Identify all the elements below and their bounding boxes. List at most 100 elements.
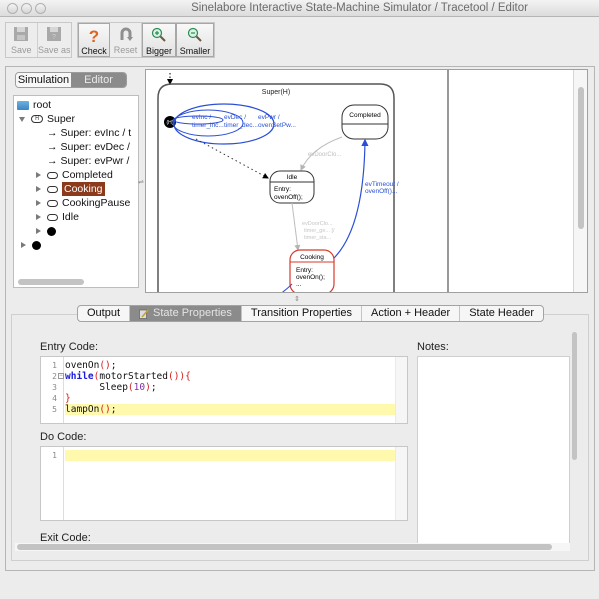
transition-label: timer_ge... [/ — [304, 228, 335, 234]
tree-item-cooking[interactable]: Cooking — [36, 182, 105, 196]
floppy-icon — [12, 25, 30, 43]
transition-label: timer_sta... — [304, 235, 332, 241]
tree-item-transition[interactable]: → Super: evDec / — [47, 140, 130, 154]
tab-editor[interactable]: Editor — [71, 73, 126, 87]
title-bar: Sinelabore Interactive State-Machine Sim… — [0, 0, 599, 17]
folder-icon — [17, 100, 29, 110]
do-editor-scrollbar[interactable] — [395, 447, 407, 520]
floppy-as-icon: ? — [45, 25, 63, 43]
line-number: 4 — [52, 394, 57, 403]
arrow-right-icon: → — [47, 127, 58, 139]
state-idle-body: Entry: — [274, 186, 291, 193]
transition-label: ovenSetPw... — [258, 122, 296, 129]
save-button[interactable]: Save — [6, 23, 38, 57]
code-line-current — [65, 450, 395, 461]
transition-label: evDec / — [224, 114, 246, 121]
arrow-right-icon: → — [47, 141, 58, 153]
history-to-idle-transition[interactable] — [195, 138, 269, 179]
mode-switch: Simulation Editor — [15, 72, 127, 88]
transition-label: timer_dec... — [224, 122, 258, 129]
tree-item-idle[interactable]: Idle — [36, 210, 79, 224]
tree-item-initial-root[interactable] — [21, 238, 41, 252]
transition-label: ovenOff()... — [365, 188, 398, 195]
transition-label: evDoorClo... — [308, 152, 342, 158]
splitter-handle-icon[interactable]: ⇌ — [138, 178, 144, 186]
state-idle-label: Idle — [287, 174, 298, 181]
expand-arrow-icon[interactable] — [36, 186, 41, 192]
properties-vertical-scrollbar[interactable] — [570, 330, 580, 550]
tab-action-header[interactable]: Action + Header — [362, 306, 461, 321]
question-icon: ? — [85, 26, 103, 44]
state-cooking-body: ... — [296, 281, 302, 288]
expand-arrow-icon[interactable] — [36, 172, 41, 178]
svg-text:?: ? — [52, 34, 56, 41]
check-button[interactable]: ? Check — [78, 23, 110, 57]
initial-state-icon — [47, 226, 56, 236]
do-code-editor[interactable]: 1 — [40, 446, 408, 521]
edit-button-group: ? Check Reset Bigger Smaller — [77, 22, 215, 58]
entry-code-label: Entry Code: — [40, 341, 99, 353]
expand-arrow-icon[interactable] — [21, 242, 26, 248]
left-panel: Simulation Editor root H Super → Super: … — [9, 69, 139, 291]
state-cooking-label: Cooking — [300, 254, 324, 261]
code-line: Sleep(10); — [65, 382, 157, 393]
code-line: while(motorStarted()){ — [65, 371, 191, 382]
state-diagram[interactable]: Super(H) (H) evInc / timer_inc... evDec … — [146, 70, 588, 293]
toolbar: Save ? Save as ? Check Reset Bigger Smal… — [0, 18, 599, 62]
super-state-label: Super(H) — [262, 89, 290, 96]
line-number: 3 — [52, 383, 57, 392]
initial-state-icon — [32, 240, 41, 250]
window-title: Sinelabore Interactive State-Machine Sim… — [191, 2, 528, 14]
file-button-group: Save ? Save as — [5, 22, 72, 58]
smaller-button[interactable]: Smaller — [176, 23, 214, 57]
state-completed-label: Completed — [349, 112, 381, 119]
state-icon — [47, 213, 58, 221]
line-number: 1 — [52, 451, 57, 460]
state-completed[interactable] — [341, 104, 389, 140]
fold-toggle-icon[interactable]: − — [58, 373, 64, 379]
transition-evtimeout[interactable] — [331, 138, 369, 261]
tab-simulation[interactable]: Simulation — [16, 73, 71, 87]
tree-item-transition[interactable]: → Super: evInc / t — [47, 126, 131, 140]
tree-horizontal-scrollbar[interactable] — [18, 279, 84, 285]
transition-label: evTimeout / — [365, 181, 399, 188]
notes-textarea[interactable] — [417, 356, 570, 550]
reset-icon — [117, 25, 135, 43]
tree-item-super[interactable]: H Super — [19, 112, 75, 126]
line-number: 5 — [52, 405, 57, 414]
line-number: 1 — [52, 361, 57, 370]
reset-button[interactable]: Reset — [110, 23, 142, 57]
expand-arrow-icon[interactable] — [36, 200, 41, 206]
arrow-right-icon: → — [47, 155, 58, 167]
bigger-button[interactable]: Bigger — [142, 23, 176, 57]
tree-item-initial[interactable] — [36, 224, 56, 238]
properties-horizontal-scrollbar[interactable] — [15, 543, 570, 551]
history-state-icon: H — [31, 115, 43, 123]
tree-item-transition[interactable]: → Super: evPwr / — [47, 154, 129, 168]
state-cooking-body: ovenOn(); — [296, 274, 325, 281]
do-code-label: Do Code: — [40, 431, 87, 443]
svg-text:?: ? — [89, 27, 99, 44]
tree-item-root[interactable]: root — [17, 98, 51, 112]
transition-label: evPwr / — [258, 114, 280, 121]
zoom-in-icon — [150, 26, 168, 44]
tree-item-cookingpause[interactable]: CookingPause — [36, 196, 130, 210]
expand-arrow-icon[interactable] — [36, 228, 41, 234]
canvas-vertical-scrollbar[interactable] — [573, 70, 587, 292]
tab-state-header[interactable]: State Header — [460, 306, 543, 321]
horizontal-splitter-handle-icon[interactable]: ⇕ — [294, 295, 300, 303]
transition-idle-to-cooking[interactable] — [291, 202, 301, 251]
save-as-button[interactable]: ? Save as — [38, 23, 71, 57]
entry-editor-scrollbar[interactable] — [395, 357, 407, 423]
tab-state-properties[interactable]: State Properties — [130, 306, 242, 321]
exit-code-label: Exit Code: — [40, 532, 91, 542]
tab-transition-properties[interactable]: Transition Properties — [242, 306, 362, 321]
tree-item-completed[interactable]: Completed — [36, 168, 113, 182]
diagram-canvas[interactable]: Super(H) (H) evInc / timer_inc... evDec … — [145, 69, 588, 293]
expand-arrow-icon[interactable] — [36, 214, 41, 220]
entry-code-editor[interactable]: 1 2 3 4 5 − ovenOn(); while(motorStarted… — [40, 356, 408, 424]
edit-icon — [139, 308, 149, 319]
tab-output[interactable]: Output — [78, 306, 131, 321]
expand-arrow-icon[interactable] — [19, 116, 25, 122]
state-tree[interactable]: root H Super → Super: evInc / t → Super:… — [13, 95, 139, 288]
